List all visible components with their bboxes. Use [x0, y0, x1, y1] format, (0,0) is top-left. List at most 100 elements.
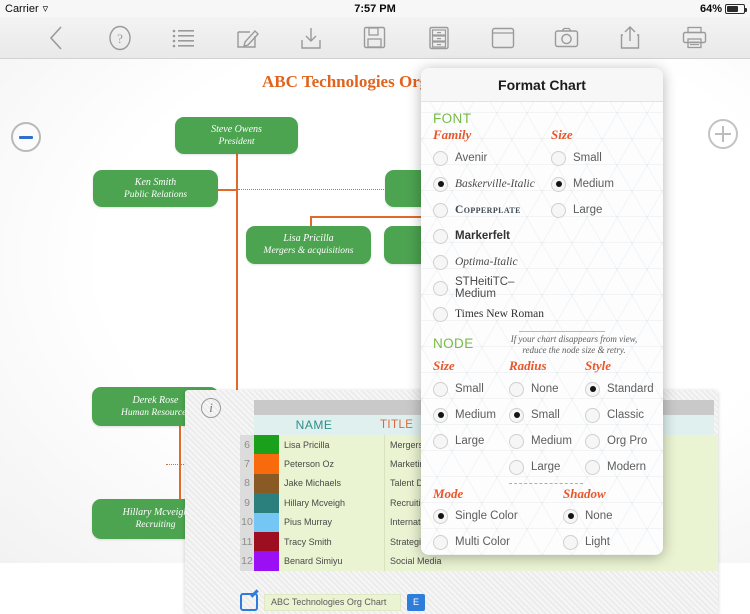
mode-option-multi-color[interactable]: Multi Color [433, 529, 563, 555]
radio-baskerville[interactable] [433, 176, 448, 192]
radio-stheiti[interactable] [433, 280, 448, 296]
table-action-button[interactable]: E [407, 593, 426, 611]
radio-size-medium[interactable] [551, 176, 566, 192]
radio-shadow-none[interactable] [563, 508, 578, 524]
document-name-input[interactable]: ABC Technologies Org Chart [264, 593, 401, 611]
minus-circle-icon[interactable] [11, 122, 41, 152]
node-size-option-small[interactable]: Small [433, 376, 509, 402]
font-size-column: Size Small Medium Large [551, 126, 661, 327]
font-family-option-avenir[interactable]: Avenir [433, 145, 551, 171]
radio-node-small[interactable] [433, 381, 448, 397]
font-family-option-times[interactable]: Times New Roman [433, 301, 551, 327]
option-label: None [531, 383, 559, 395]
mode-column: Mode Single Color Multi Color Outline [433, 486, 563, 555]
plus-circle-icon[interactable] [708, 119, 738, 149]
shadow-option-none[interactable]: None [563, 503, 663, 529]
option-label: Small [531, 409, 560, 421]
cell-name[interactable]: Benard Simiyu [279, 551, 384, 571]
node-radius-option-large[interactable]: Large [509, 454, 585, 480]
cell-name[interactable]: Hillary Mcveigh [279, 493, 384, 513]
edit-pencil-icon[interactable] [240, 593, 258, 611]
row-color-swatch[interactable] [254, 454, 279, 474]
option-label: Org Pro [607, 435, 648, 447]
option-label: Classic [607, 409, 645, 421]
org-node-mergers[interactable]: Lisa Pricilla Mergers & acquisitions [246, 226, 371, 264]
radio-style-standard[interactable] [585, 381, 600, 397]
font-family-option-baskerville[interactable]: Baskerville-Italic [433, 171, 551, 197]
radio-radius-none[interactable] [509, 381, 524, 397]
radio-mode-single[interactable] [433, 508, 448, 524]
radio-mode-multi[interactable] [433, 534, 448, 550]
font-section-label: FONT [433, 111, 472, 126]
import-button[interactable] [291, 21, 331, 55]
radio-node-medium[interactable] [433, 407, 448, 423]
font-family-option-markerfelt[interactable]: Markerfelt [433, 223, 551, 249]
cell-name[interactable]: Tracy Smith [279, 532, 384, 552]
radio-optima[interactable] [433, 254, 448, 270]
radio-size-large[interactable] [551, 202, 566, 218]
font-size-option-large[interactable]: Large [551, 197, 661, 223]
radio-radius-medium[interactable] [509, 433, 524, 449]
node-size-option-large[interactable]: Large [433, 428, 509, 454]
radio-times[interactable] [433, 306, 448, 322]
format-chart-dialog[interactable]: Format Chart FONT Family Avenir Baskervi… [421, 68, 663, 555]
mode-option-single-color[interactable]: Single Color [433, 503, 563, 529]
save-button[interactable] [355, 21, 395, 55]
node-name: Steve Owens [211, 123, 262, 135]
radio-size-small[interactable] [551, 150, 566, 166]
node-radius-option-small[interactable]: Small [509, 402, 585, 428]
row-color-swatch[interactable] [254, 435, 279, 455]
duplicate-button[interactable] [483, 21, 523, 55]
edit-button[interactable] [227, 21, 267, 55]
row-color-swatch[interactable] [254, 512, 279, 532]
row-color-swatch[interactable] [254, 493, 279, 513]
radio-style-orgpro[interactable] [585, 433, 600, 449]
share-button[interactable] [610, 21, 650, 55]
node-style-option-classic[interactable]: Classic [585, 402, 661, 428]
org-node-president[interactable]: Steve Owens President [175, 117, 298, 154]
node-style-option-orgpro[interactable]: Org Pro [585, 428, 661, 454]
org-node-public-relations[interactable]: Ken Smith Public Relations [93, 170, 218, 207]
shadow-option-light[interactable]: Light [563, 529, 663, 555]
radio-style-classic[interactable] [585, 407, 600, 423]
radio-copperplate[interactable] [433, 202, 448, 218]
option-label: Single Color [455, 510, 518, 522]
row-number: 12 [240, 551, 254, 571]
node-title: Human Resources [120, 407, 191, 418]
radio-avenir[interactable] [433, 150, 448, 166]
cell-name[interactable]: Jake Michaels [279, 473, 384, 494]
option-label: Copperplate [455, 204, 521, 216]
back-button[interactable] [36, 21, 76, 55]
info-circle-icon[interactable]: i [201, 398, 221, 418]
font-family-option-optima[interactable]: Optima-Italic [433, 249, 551, 275]
cell-name[interactable]: Lisa Pricilla [279, 435, 384, 455]
print-button[interactable] [674, 21, 714, 55]
cell-name[interactable]: Pius Murray [279, 512, 384, 532]
mode-section: Mode Single Color Multi Color Outline Sh… [421, 486, 663, 555]
cell-name[interactable]: Peterson Oz [279, 454, 384, 474]
font-size-option-medium[interactable]: Medium [551, 171, 661, 197]
font-family-option-copperplate[interactable]: Copperplate [433, 197, 551, 223]
font-family-option-stheiti[interactable]: STHeitiTC–Medium [433, 275, 551, 301]
row-color-swatch[interactable] [254, 473, 279, 494]
list-button[interactable] [164, 21, 204, 55]
camera-button[interactable] [546, 21, 586, 55]
radio-node-large[interactable] [433, 433, 448, 449]
radio-radius-large[interactable] [509, 459, 524, 475]
row-color-swatch[interactable] [254, 551, 279, 571]
help-button[interactable]: ? [100, 21, 140, 55]
battery-icon [725, 3, 747, 14]
node-radius-option-medium[interactable]: Medium [509, 428, 585, 454]
radio-markerfelt[interactable] [433, 228, 448, 244]
radio-style-modern[interactable] [585, 459, 600, 475]
radio-shadow-light[interactable] [563, 534, 578, 550]
node-style-option-modern[interactable]: Modern [585, 454, 661, 480]
node-radius-option-none[interactable]: None [509, 376, 585, 402]
node-style-option-standard[interactable]: Standard [585, 376, 661, 402]
font-size-option-small[interactable]: Small [551, 145, 661, 171]
files-button[interactable] [419, 21, 459, 55]
radio-radius-small[interactable] [509, 407, 524, 423]
row-color-swatch[interactable] [254, 532, 279, 552]
node-style-column: Style Standard Classic Org Pro Modern [585, 356, 661, 480]
node-size-option-medium[interactable]: Medium [433, 402, 509, 428]
